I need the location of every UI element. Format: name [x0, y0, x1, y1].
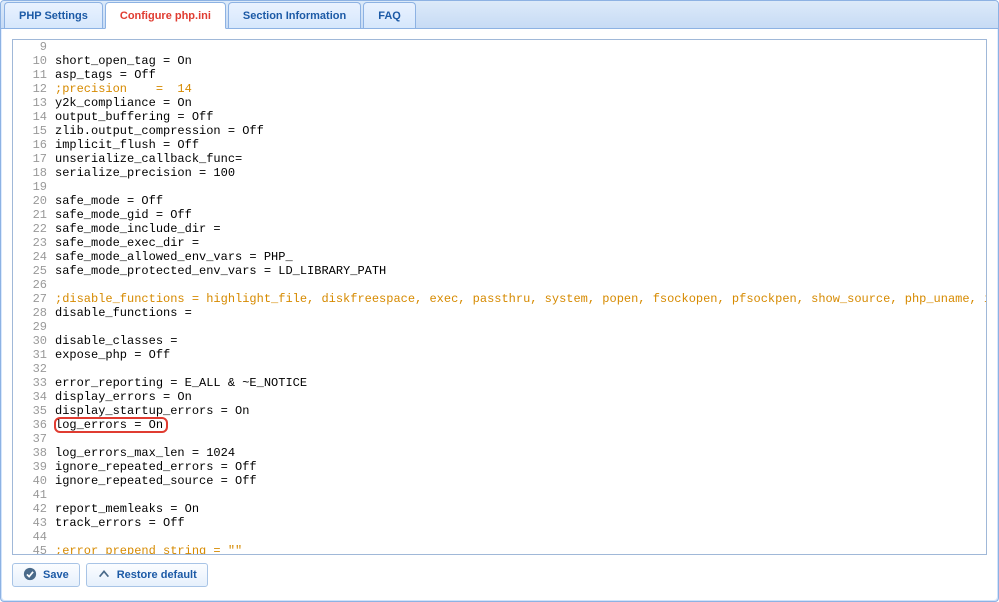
code-line[interactable]: safe_mode_include_dir =: [55, 222, 987, 236]
line-number: 12: [13, 82, 47, 96]
code-line[interactable]: log_errors_max_len = 1024: [55, 446, 987, 460]
check-circle-icon: [23, 567, 37, 584]
line-number: 28: [13, 306, 47, 320]
code-line[interactable]: [55, 362, 987, 376]
code-line[interactable]: safe_mode_protected_env_vars = LD_LIBRAR…: [55, 264, 987, 278]
code-line[interactable]: disable_functions =: [55, 306, 987, 320]
code-line[interactable]: [55, 530, 987, 544]
chevron-up-icon: [97, 567, 111, 584]
line-number: 10: [13, 54, 47, 68]
code-line[interactable]: safe_mode_allowed_env_vars = PHP_: [55, 250, 987, 264]
save-button-label: Save: [43, 569, 69, 581]
code-line[interactable]: error_reporting = E_ALL & ~E_NOTICE: [55, 376, 987, 390]
code-line[interactable]: expose_php = Off: [55, 348, 987, 362]
code-line[interactable]: [55, 432, 987, 446]
code-line[interactable]: short_open_tag = On: [55, 54, 987, 68]
line-number: 45: [13, 544, 47, 555]
code-line[interactable]: y2k_compliance = On: [55, 96, 987, 110]
code-line[interactable]: serialize_precision = 100: [55, 166, 987, 180]
line-number: 29: [13, 320, 47, 334]
line-number: 43: [13, 516, 47, 530]
code-line[interactable]: ignore_repeated_source = Off: [55, 474, 987, 488]
line-number: 22: [13, 222, 47, 236]
line-number: 24: [13, 250, 47, 264]
code-line[interactable]: disable_classes =: [55, 334, 987, 348]
tab-faq[interactable]: FAQ: [363, 2, 416, 28]
code-line[interactable]: asp_tags = Off: [55, 68, 987, 82]
code-line[interactable]: output_buffering = Off: [55, 110, 987, 124]
line-number: 40: [13, 474, 47, 488]
code-editor[interactable]: 9101112131415161718192021222324252627282…: [12, 39, 987, 555]
line-number: 13: [13, 96, 47, 110]
line-number: 39: [13, 460, 47, 474]
line-number: 21: [13, 208, 47, 222]
code-line[interactable]: safe_mode_gid = Off: [55, 208, 987, 222]
code-line[interactable]: safe_mode = Off: [55, 194, 987, 208]
line-number: 30: [13, 334, 47, 348]
line-number: 42: [13, 502, 47, 516]
line-number: 32: [13, 362, 47, 376]
line-number: 36: [13, 418, 47, 432]
code-line[interactable]: safe_mode_exec_dir =: [55, 236, 987, 250]
line-number: 9: [13, 40, 47, 54]
line-number: 19: [13, 180, 47, 194]
code-line[interactable]: ignore_repeated_errors = Off: [55, 460, 987, 474]
tab-body: 9101112131415161718192021222324252627282…: [2, 29, 997, 600]
line-number: 15: [13, 124, 47, 138]
line-number: 27: [13, 292, 47, 306]
line-number: 33: [13, 376, 47, 390]
line-number: 38: [13, 446, 47, 460]
line-number: 14: [13, 110, 47, 124]
tab-php-settings[interactable]: PHP Settings: [4, 2, 103, 28]
panel: PHP Settings Configure php.ini Section I…: [0, 0, 999, 602]
code-line[interactable]: report_memleaks = On: [55, 502, 987, 516]
code-line[interactable]: [55, 180, 987, 194]
line-number: 34: [13, 390, 47, 404]
tab-section-information[interactable]: Section Information: [228, 2, 361, 28]
code-line[interactable]: unserialize_callback_func=: [55, 152, 987, 166]
bottom-toolbar: Save Restore default: [12, 563, 987, 587]
line-number: 16: [13, 138, 47, 152]
code-line[interactable]: implicit_flush = Off: [55, 138, 987, 152]
code-line[interactable]: log_errors = On: [55, 418, 987, 432]
code-line[interactable]: ;disable_functions = highlight_file, dis…: [55, 292, 987, 306]
line-number: 25: [13, 264, 47, 278]
line-number: 41: [13, 488, 47, 502]
line-number: 18: [13, 166, 47, 180]
code-line[interactable]: zlib.output_compression = Off: [55, 124, 987, 138]
tab-configure-php-ini[interactable]: Configure php.ini: [105, 2, 226, 29]
line-number: 23: [13, 236, 47, 250]
line-number: 20: [13, 194, 47, 208]
code-content[interactable]: short_open_tag = Onasp_tags = Off;precis…: [53, 40, 987, 555]
restore-default-label: Restore default: [117, 569, 197, 581]
code-line[interactable]: display_errors = On: [55, 390, 987, 404]
line-number-gutter: 9101112131415161718192021222324252627282…: [13, 40, 53, 555]
line-number: 11: [13, 68, 47, 82]
line-number: 35: [13, 404, 47, 418]
code-line[interactable]: [55, 488, 987, 502]
code-line[interactable]: ;precision = 14: [55, 82, 987, 96]
code-line[interactable]: ;error_prepend_string = "": [55, 544, 987, 555]
code-line[interactable]: [55, 40, 987, 54]
line-number: 44: [13, 530, 47, 544]
code-line[interactable]: [55, 320, 987, 334]
restore-default-button[interactable]: Restore default: [86, 563, 208, 587]
save-button[interactable]: Save: [12, 563, 80, 587]
tab-strip: PHP Settings Configure php.ini Section I…: [1, 1, 998, 29]
line-number: 17: [13, 152, 47, 166]
code-line[interactable]: track_errors = Off: [55, 516, 987, 530]
line-number: 31: [13, 348, 47, 362]
code-line[interactable]: [55, 278, 987, 292]
line-number: 26: [13, 278, 47, 292]
line-number: 37: [13, 432, 47, 446]
code-line[interactable]: display_startup_errors = On: [55, 404, 987, 418]
